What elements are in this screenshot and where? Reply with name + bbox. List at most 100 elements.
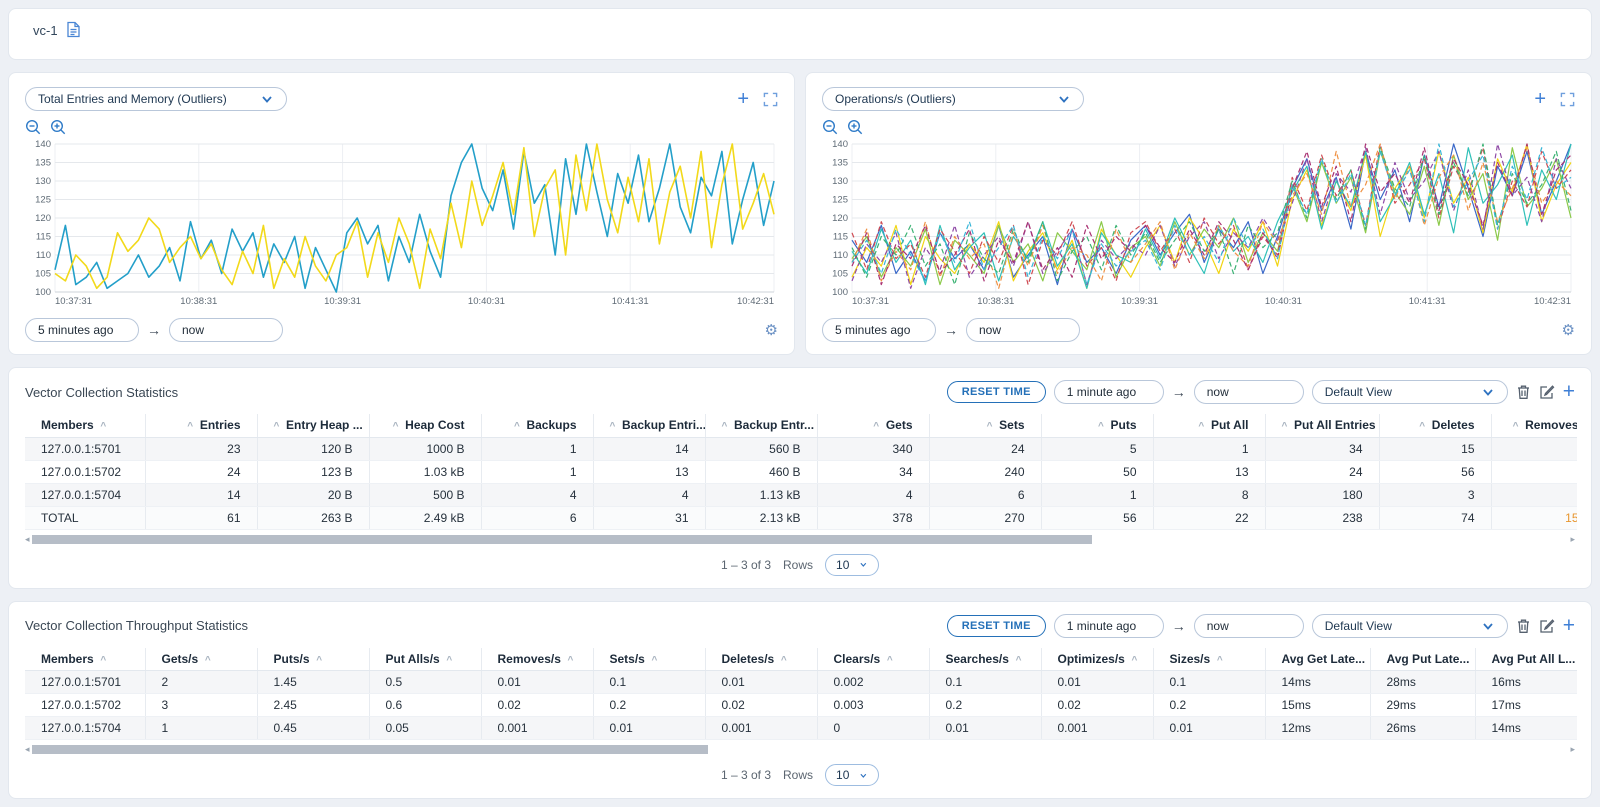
time-to-input[interactable]: now [1194, 614, 1304, 638]
cell: 8 [1153, 483, 1265, 506]
rows-label: Rows [783, 768, 813, 782]
column-header[interactable]: ^ Backup Entr... [705, 414, 817, 437]
cell: 56 [1041, 506, 1153, 529]
column-header[interactable]: ^ Gets [817, 414, 929, 437]
column-header[interactable]: Optimizes/s ^ [1041, 648, 1153, 671]
column-header[interactable]: ^ Put All [1153, 414, 1265, 437]
column-header[interactable]: Puts/s ^ [257, 648, 369, 671]
scroll-left-icon[interactable]: ◂ [25, 745, 30, 754]
sort-caret-icon: ^ [100, 655, 106, 666]
column-header[interactable]: Deletes/s ^ [705, 648, 817, 671]
cell: 2.13 kB [705, 506, 817, 529]
statistics-table: Members ^^ Entries^ Entry Heap ...^ Heap… [25, 414, 1577, 530]
time-to-input[interactable]: now [966, 318, 1080, 342]
zoom-out-icon[interactable] [822, 119, 839, 136]
line-chart-total-entries-memory[interactable]: 10:37:3110:38:3110:39:3110:40:3110:41:31… [25, 138, 780, 308]
x-axis-tick-label: 10:42:31 [737, 296, 774, 307]
column-header[interactable]: ^ Deletes [1379, 414, 1491, 437]
sort-caret-icon: ^ [610, 421, 616, 432]
time-to-input[interactable]: now [169, 318, 283, 342]
delete-view-icon[interactable] [1516, 384, 1531, 400]
gear-icon[interactable]: ⚙ [1562, 323, 1575, 338]
column-header[interactable]: Removes/s ^ [481, 648, 593, 671]
column-header[interactable]: Avg Put Late... ^ [1370, 648, 1475, 671]
column-header-label: Backup Entr... [734, 418, 814, 432]
scroll-right-icon[interactable]: ▸ [1570, 535, 1575, 544]
column-header[interactable]: Members ^ [25, 648, 145, 671]
rows-per-page-value: 10 [836, 558, 849, 572]
column-header[interactable]: ^ Heap Cost [369, 414, 481, 437]
cell: 0.02 [481, 694, 593, 717]
rows-per-page-select[interactable]: 10 [825, 764, 879, 786]
time-from-input[interactable]: 5 minutes ago [25, 318, 139, 342]
column-header[interactable]: ^ Sets [929, 414, 1041, 437]
expand-icon[interactable] [1560, 92, 1575, 107]
edit-view-icon[interactable] [1539, 618, 1555, 634]
column-header[interactable]: ^ Backups [481, 414, 593, 437]
column-header-label: Searches/s [946, 652, 1009, 666]
metric-select[interactable]: Operations/s (Outliers) [822, 87, 1084, 111]
member-cell: 127.0.0.1:5704 [25, 717, 145, 740]
cell: 0.2 [929, 694, 1041, 717]
expand-icon[interactable] [763, 92, 778, 107]
sort-caret-icon: ^ [316, 655, 322, 666]
y-axis-tick-label: 125 [35, 195, 51, 206]
reset-time-button[interactable]: RESET TIME [947, 381, 1046, 403]
metric-select[interactable]: Total Entries and Memory (Outliers) [25, 87, 287, 111]
column-header-label: Put All [1211, 418, 1249, 432]
column-header[interactable]: ^ Entry Heap ... [257, 414, 369, 437]
column-header[interactable]: Gets/s ^ [145, 648, 257, 671]
column-header[interactable]: Searches/s ^ [929, 648, 1041, 671]
add-view-icon[interactable]: + [1563, 618, 1575, 634]
chevron-down-icon [1481, 620, 1495, 632]
scrollbar-thumb[interactable] [32, 535, 1092, 544]
column-header-label: Put All Entries [1294, 418, 1376, 432]
cell: 1 [481, 460, 593, 483]
pagination: 1 – 3 of 3 Rows 10 [25, 547, 1575, 580]
view-select[interactable]: Default View [1312, 380, 1508, 404]
time-from-input[interactable]: 1 minute ago [1054, 614, 1164, 638]
edit-view-icon[interactable] [1539, 384, 1555, 400]
delete-view-icon[interactable] [1516, 618, 1531, 634]
add-view-icon[interactable]: + [1563, 384, 1575, 400]
scrollbar-thumb[interactable] [32, 745, 708, 754]
column-header[interactable]: Avg Put All L... ^ [1475, 648, 1577, 671]
scroll-right-icon[interactable]: ▸ [1570, 745, 1575, 754]
time-to-input[interactable]: now [1194, 380, 1304, 404]
x-axis-tick-label: 10:40:31 [468, 296, 505, 307]
add-widget-icon[interactable]: + [1534, 91, 1546, 107]
cell: 1.45 [257, 671, 369, 694]
time-from-input[interactable]: 5 minutes ago [822, 318, 936, 342]
y-axis-tick-label: 130 [35, 176, 51, 187]
scroll-left-icon[interactable]: ◂ [25, 535, 30, 544]
rows-per-page-select[interactable]: 10 [825, 554, 879, 576]
zoom-out-icon[interactable] [25, 119, 42, 136]
zoom-in-icon[interactable] [50, 119, 67, 136]
column-header[interactable]: ^ Removes [1491, 414, 1577, 437]
rows-per-page-value: 10 [836, 768, 849, 782]
add-widget-icon[interactable]: + [737, 91, 749, 107]
column-header-label: Avg Put All L... [1492, 652, 1576, 666]
gear-icon[interactable]: ⚙ [765, 323, 778, 338]
cell: 2.45 [257, 694, 369, 717]
y-axis-tick-label: 110 [833, 250, 848, 261]
column-header[interactable]: ^ Put All Entries [1265, 414, 1379, 437]
reset-time-button[interactable]: RESET TIME [947, 615, 1046, 637]
column-header[interactable]: Clears/s ^ [817, 648, 929, 671]
column-header[interactable]: Sizes/s ^ [1153, 648, 1265, 671]
line-chart-operations[interactable]: 10:37:3110:38:3110:39:3110:40:3110:41:31… [822, 138, 1577, 308]
zoom-in-icon[interactable] [847, 119, 864, 136]
cell: 20 B [257, 483, 369, 506]
column-header[interactable]: Members ^ [25, 414, 145, 437]
column-header[interactable]: ^ Puts [1041, 414, 1153, 437]
cell: 4 [593, 483, 705, 506]
column-header[interactable]: Avg Get Late... ^ [1265, 648, 1370, 671]
column-header[interactable]: Sets/s ^ [593, 648, 705, 671]
column-header[interactable]: ^ Backup Entri... [593, 414, 705, 437]
column-header[interactable]: Put Alls/s ^ [369, 648, 481, 671]
time-from-input[interactable]: 1 minute ago [1054, 380, 1164, 404]
sort-caret-icon: ^ [1419, 421, 1425, 432]
view-select[interactable]: Default View [1312, 614, 1508, 638]
document-icon[interactable] [66, 21, 81, 38]
column-header[interactable]: ^ Entries [145, 414, 257, 437]
